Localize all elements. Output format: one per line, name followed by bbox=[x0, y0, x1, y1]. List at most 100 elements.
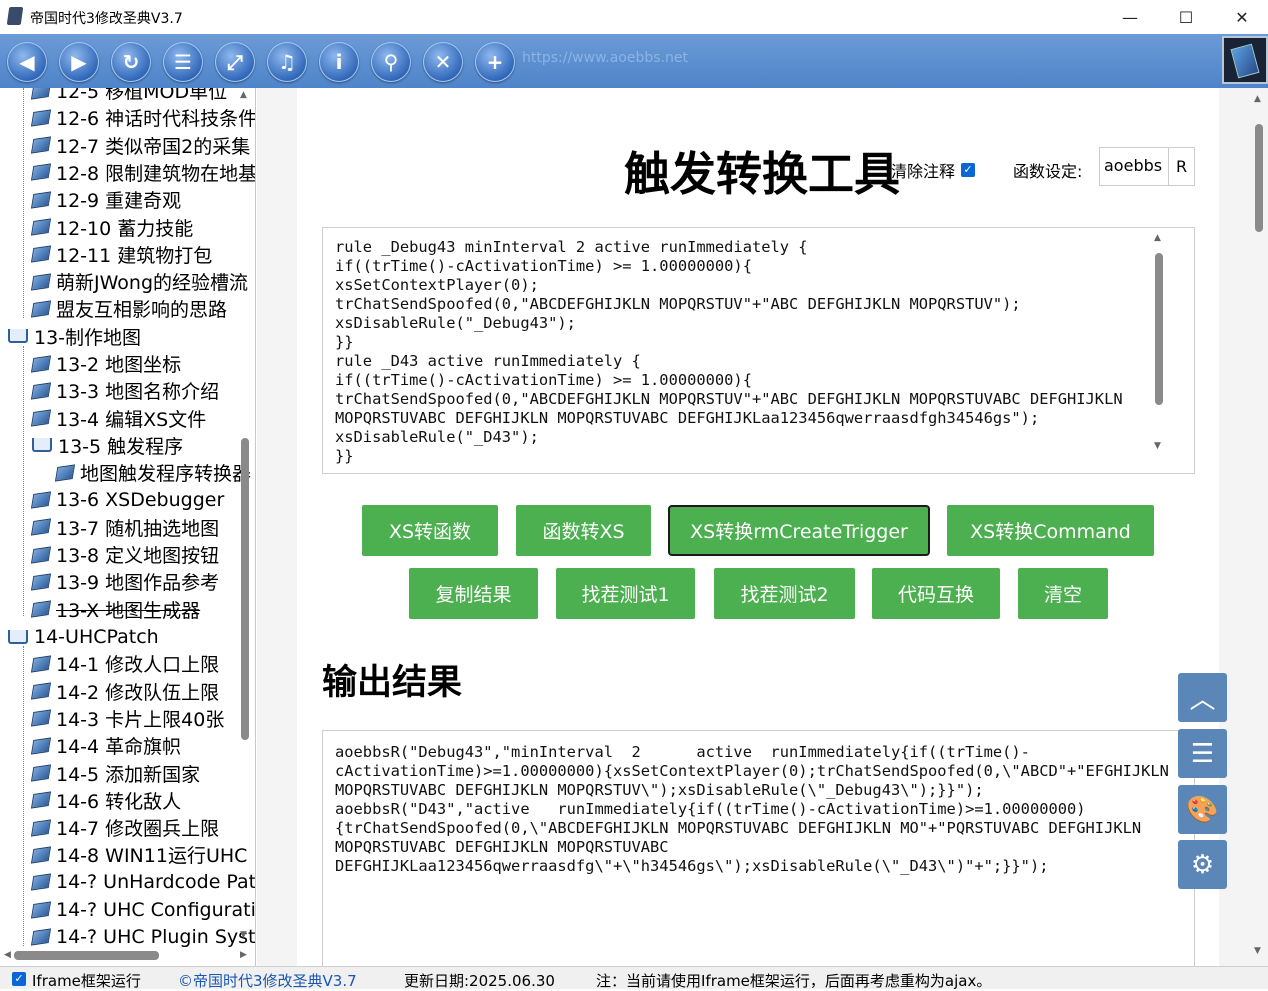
tree-item-label: 14-UHCPatch bbox=[34, 625, 159, 648]
minimize-button[interactable]: — bbox=[1102, 0, 1158, 34]
fullscreen-icon[interactable]: ⤢ bbox=[215, 42, 255, 82]
function-to-xs-button[interactable]: 函数转XS bbox=[516, 505, 651, 556]
book-icon bbox=[30, 600, 52, 618]
book-icon bbox=[30, 491, 52, 509]
tree-item-label: 12-7 类似帝国2的采集 bbox=[56, 135, 251, 158]
input-code-textarea[interactable]: rule _Debug43 minInterval 2 active runIm… bbox=[322, 227, 1195, 474]
tree-item[interactable]: 13-4 编辑XS文件 bbox=[30, 405, 207, 432]
output-heading: 输出结果 bbox=[322, 663, 463, 703]
menu-icon[interactable]: ☰ bbox=[1178, 729, 1227, 778]
tree-item[interactable]: 14-3 卡片上限40张 bbox=[30, 705, 224, 732]
book-icon bbox=[30, 245, 52, 263]
app-version-link[interactable]: ©帝国时代3修改圣典V3.7 bbox=[178, 970, 357, 991]
back-icon[interactable]: ◀ bbox=[7, 42, 47, 82]
xs-to-command-button[interactable]: XS转换Command bbox=[947, 505, 1154, 556]
tree-item[interactable]: 14-7 修改圈兵上限 bbox=[30, 814, 219, 841]
tree-item[interactable]: 14-2 修改队伍上限 bbox=[30, 678, 220, 705]
book-icon bbox=[30, 655, 52, 673]
tree-item[interactable]: 14-? UHC Configurati bbox=[30, 896, 255, 923]
clear-button[interactable]: 清空 bbox=[1018, 568, 1108, 619]
tree-item[interactable]: 12-8 限制建筑物在地基 bbox=[30, 159, 255, 186]
forward-icon[interactable]: ▶ bbox=[59, 42, 99, 82]
tree-item-label: 14-1 修改人口上限 bbox=[56, 654, 220, 677]
book-icon bbox=[30, 163, 52, 181]
refresh-icon[interactable]: ↻ bbox=[111, 42, 151, 82]
tree-item[interactable]: 14-8 WIN11运行UHC bbox=[30, 841, 247, 868]
music-icon[interactable]: ♫ bbox=[267, 42, 307, 82]
iframe-mode-label: Iframe框架运行 bbox=[32, 972, 141, 990]
tree-item-label: 12-6 神话时代科技条件 bbox=[56, 108, 256, 131]
tree-item-label: 13-7 随机抽选地图 bbox=[56, 517, 220, 540]
open-book-icon bbox=[8, 329, 28, 344]
tree-item[interactable]: 12-6 神话时代科技条件 bbox=[30, 104, 256, 131]
diff-test-1-button[interactable]: 找茬测试1 bbox=[556, 568, 695, 619]
output-code-textarea[interactable]: aoebbsR("Debug43","minInterval 2 active … bbox=[322, 730, 1195, 966]
tree-item[interactable]: 盟友互相影响的思路 bbox=[30, 295, 227, 322]
tree-item[interactable]: 12-7 类似帝国2的采集 bbox=[30, 132, 251, 159]
swap-code-button[interactable]: 代码互换 bbox=[872, 568, 1000, 619]
book-icon bbox=[54, 464, 76, 482]
tree-item[interactable]: 14-5 添加新国家 bbox=[30, 760, 200, 787]
tree-item[interactable]: 13-6 XSDebugger bbox=[30, 487, 225, 514]
add-glyph: + bbox=[486, 50, 504, 74]
back-glyph: ◀ bbox=[19, 50, 35, 74]
book-icon bbox=[30, 300, 52, 318]
tree-item-label: 14-? UHC Plugin Syst bbox=[56, 925, 256, 948]
tree-item[interactable]: 地图触发程序转换器 bbox=[54, 459, 252, 486]
function-name-input[interactable]: aoebbs bbox=[1099, 147, 1169, 186]
tree-item-label: 13-9 地图作品参考 bbox=[56, 572, 220, 595]
list-icon[interactable]: ☰ bbox=[163, 42, 203, 82]
tree-item-label: 地图触发程序转换器 bbox=[80, 463, 252, 486]
xs-to-function-button[interactable]: XS转函数 bbox=[362, 505, 498, 556]
tree-item[interactable]: 12-5 移植MOD单位 bbox=[30, 88, 227, 104]
tree-item[interactable]: 13-3 地图名称介绍 bbox=[30, 377, 219, 404]
book-icon bbox=[30, 272, 52, 291]
tree-item[interactable]: 13-X 地图生成器 bbox=[30, 596, 200, 623]
tree-item[interactable]: 13-9 地图作品参考 bbox=[30, 568, 220, 595]
tree-horizontal-scrollbar[interactable]: ◀ ▶ bbox=[0, 946, 254, 964]
tree-item[interactable]: 14-6 转化敌人 bbox=[30, 787, 181, 814]
main-vertical-scrollbar[interactable]: ▲ ▼ bbox=[1250, 88, 1268, 966]
tree-folder[interactable]: 14-UHCPatch bbox=[8, 623, 159, 650]
tree-vertical-scrollbar[interactable]: ▲ ▼ bbox=[238, 88, 252, 948]
tree-item[interactable]: 13-8 定义地图按钮 bbox=[30, 541, 219, 568]
tree-folder[interactable]: 13-制作地图 bbox=[8, 323, 141, 350]
search-icon[interactable]: ⚲ bbox=[371, 42, 411, 82]
maximize-button[interactable]: ☐ bbox=[1158, 0, 1214, 34]
settings-icon[interactable]: ⚙ bbox=[1178, 840, 1227, 889]
tree-item[interactable]: 12-11 建筑物打包 bbox=[30, 241, 212, 268]
book-icon bbox=[30, 409, 52, 427]
close-window-button[interactable]: ✕ bbox=[1214, 0, 1268, 34]
remove-comments-option[interactable]: 清除注释 ✓ bbox=[891, 158, 976, 182]
tree-item-label: 13-4 编辑XS文件 bbox=[56, 408, 207, 431]
close-icon[interactable]: ✕ bbox=[423, 42, 463, 82]
add-icon[interactable]: + bbox=[475, 42, 515, 82]
back-to-top-icon[interactable]: ︿ bbox=[1178, 673, 1227, 722]
tree-item[interactable]: 13-2 地图坐标 bbox=[30, 350, 181, 377]
book-icon bbox=[30, 873, 52, 891]
diff-test-2-button[interactable]: 找茬测试2 bbox=[714, 568, 855, 619]
tree-item-label: 13-制作地图 bbox=[34, 326, 142, 349]
tree-item[interactable]: 14-? UnHardcode Pat bbox=[30, 869, 255, 896]
tree-item-label: 13-6 XSDebugger bbox=[56, 489, 225, 511]
tree-item-label: 14-2 修改队伍上限 bbox=[56, 681, 220, 704]
tree-item[interactable]: 13-7 随机抽选地图 bbox=[30, 514, 220, 541]
xs-to-rmcreatetrigger-button[interactable]: XS转换rmCreateTrigger bbox=[668, 505, 930, 556]
palette-icon[interactable]: 🎨 bbox=[1178, 785, 1227, 834]
iframe-mode-checkbox[interactable]: ✓ bbox=[12, 972, 26, 986]
copy-result-button[interactable]: 复制结果 bbox=[409, 568, 538, 619]
tree-item[interactable]: 12-9 重建奇观 bbox=[30, 186, 181, 213]
book-logo-icon[interactable] bbox=[1222, 36, 1268, 84]
fullscreen-glyph: ⤢ bbox=[227, 50, 243, 74]
tree-item[interactable]: 13-5 触发程序 bbox=[32, 432, 183, 459]
info-icon[interactable]: i bbox=[319, 42, 359, 82]
tree-item[interactable]: 14-4 革命旗帜 bbox=[30, 732, 182, 759]
tree-item-label: 14-4 革命旗帜 bbox=[56, 736, 182, 759]
function-setting-label: 函数设定: bbox=[1013, 162, 1083, 181]
tree-item[interactable]: 14-1 修改人口上限 bbox=[30, 650, 220, 677]
tree-item[interactable]: 萌新JWong的经验槽流 bbox=[30, 268, 248, 295]
function-apply-button[interactable]: R bbox=[1168, 147, 1195, 186]
input-scrollbar[interactable]: ▲ ▼ bbox=[1152, 233, 1166, 453]
remove-comments-checkbox[interactable]: ✓ bbox=[961, 163, 976, 177]
tree-item[interactable]: 12-10 蓄力技能 bbox=[30, 214, 193, 241]
